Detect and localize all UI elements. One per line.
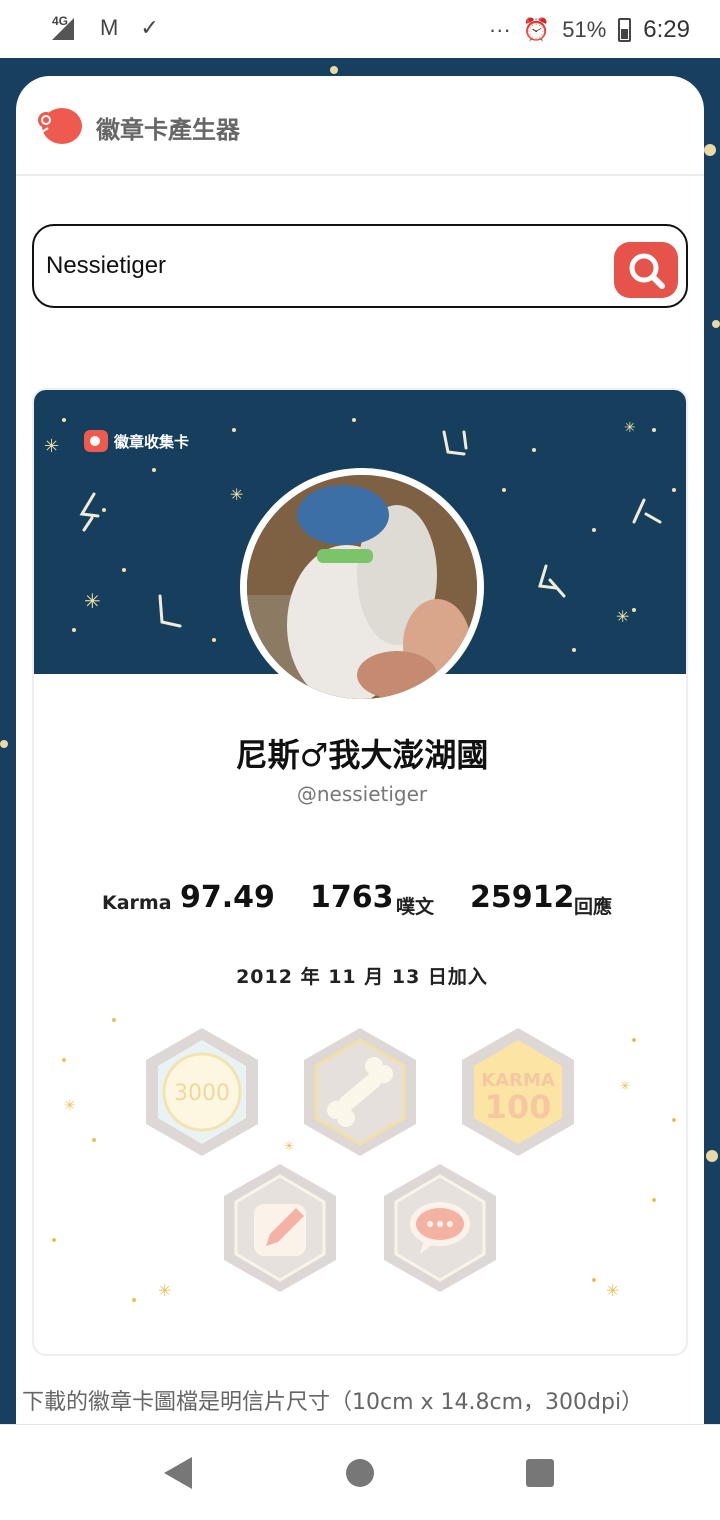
svg-text:✳: ✳ (620, 1079, 630, 1093)
display-name: 尼斯♂我大澎湖國 (235, 736, 489, 774)
plurk-logo-icon (84, 430, 108, 452)
karma-100-badge-icon: KARMA 100 (462, 1028, 574, 1156)
svg-text:✳: ✳ (230, 485, 243, 504)
svg-text:✳: ✳ (84, 589, 101, 613)
avatar-photo (247, 475, 477, 699)
karma-label: Karma (102, 892, 172, 914)
chat-badge-icon (384, 1164, 496, 1292)
3000-badge-icon: 3000 (146, 1028, 258, 1156)
join-date: 2012 年 11 月 13 日加入 (236, 966, 488, 988)
brand-label: 徽章收集卡 (114, 432, 190, 451)
svg-text:✳: ✳ (606, 1281, 619, 1300)
svg-text:✳: ✳ (44, 436, 59, 457)
star-decoration (712, 320, 720, 328)
app-logo-icon (38, 108, 82, 144)
replies-label: 回應 (574, 896, 613, 918)
search-icon (629, 253, 665, 289)
more-notifications-icon: ··· (488, 17, 511, 42)
app-card: 徽章卡產生器 ✳ ✳ (16, 76, 704, 1476)
status-bar: 4G M ✓ ··· ⏰ 51% 6:29 (0, 0, 720, 58)
avatar (240, 468, 484, 706)
search-button[interactable] (614, 242, 678, 298)
svg-text:✳: ✳ (624, 420, 636, 436)
download-done-icon: ✓ (140, 15, 159, 40)
alarm-icon: ⏰ (522, 17, 551, 42)
gmail-icon: M (100, 15, 119, 40)
stats-row: Karma 97.49 1763 噗文 25912 回應 (34, 878, 686, 922)
karma-value: 97.49 (180, 880, 275, 915)
svg-text:✳: ✳ (284, 1139, 294, 1153)
navigation-bar (0, 1424, 720, 1520)
star-decoration (706, 1150, 718, 1162)
search-input[interactable] (46, 236, 606, 296)
search-box (32, 224, 688, 308)
badge-card: ✳ ✳ ✳ ✳ ✳ 徽章收集卡 尼斯♂我大澎湖國 @nessietiger Ka… (32, 388, 688, 1356)
badge-3000-text: 3000 (174, 1081, 230, 1106)
svg-text:✳: ✳ (158, 1281, 171, 1300)
app-title: 徽章卡產生器 (96, 116, 240, 144)
star-decoration (704, 144, 716, 156)
clock: 6:29 (643, 16, 690, 43)
username: @nessietiger (296, 782, 428, 806)
description-text: 下載的徽章卡圖檔是明信片尺寸（10cm x 14.8cm，300dpi） (22, 1390, 644, 1415)
brand-tag: 徽章收集卡 (84, 430, 189, 452)
bone-badge-icon (304, 1028, 416, 1156)
recent-apps-button[interactable] (526, 1459, 554, 1487)
svg-text:✳: ✳ (64, 1098, 76, 1114)
pencil-badge-icon (224, 1164, 336, 1292)
posts-label: 噗文 (396, 896, 435, 918)
posts-value: 1763 (310, 880, 394, 915)
badge-100-text: 100 (485, 1088, 552, 1126)
back-button[interactable] (164, 1457, 192, 1489)
app-header: 徽章卡產生器 (16, 76, 704, 176)
battery-icon (618, 18, 632, 42)
svg-text:✳: ✳ (616, 607, 629, 626)
replies-value: 25912 (470, 880, 575, 915)
star-decoration (330, 66, 338, 74)
star-decoration (0, 740, 8, 748)
home-button[interactable] (346, 1459, 374, 1487)
battery-percent: 51% (562, 17, 607, 42)
badges-area: ✳ ✳ ✳ ✳ ✳ 3000 KARMA 100 (34, 1018, 686, 1320)
signal-icon: 4G (38, 14, 78, 42)
